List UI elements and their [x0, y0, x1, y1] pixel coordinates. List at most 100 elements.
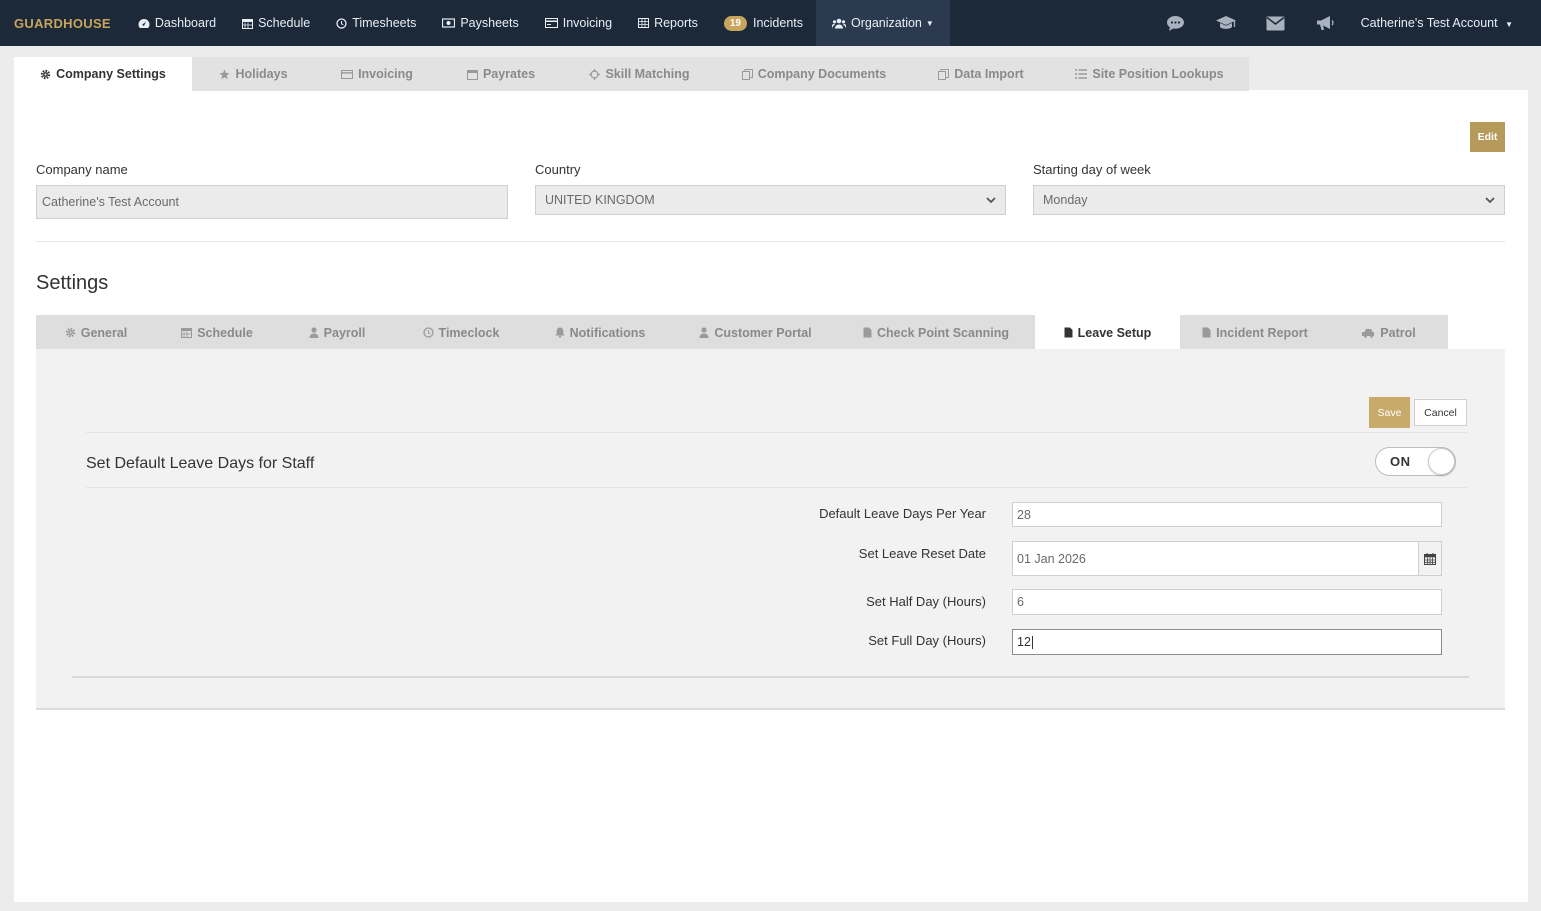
nav-reports[interactable]: Reports [625, 0, 711, 46]
nav-timesheets[interactable]: Timesheets [323, 0, 429, 46]
starting-day-select[interactable]: Monday [1033, 185, 1505, 215]
full-day-input[interactable]: 12 [1012, 629, 1442, 655]
credit-card-icon [341, 69, 354, 79]
tab-invoicing-label: Invoicing [358, 67, 413, 81]
file-icon [1064, 327, 1073, 338]
credit-card-icon [544, 18, 558, 28]
tab-company-documents[interactable]: Company Documents [716, 57, 912, 91]
calendar-icon [242, 18, 254, 29]
tab-leave-setup[interactable]: Leave Setup [1035, 315, 1180, 350]
leave-setup-panel [36, 349, 1505, 710]
tab-timeclock[interactable]: Timeclock [396, 315, 526, 350]
edit-button[interactable]: Edit [1470, 122, 1505, 152]
company-name-label: Company name [36, 162, 128, 177]
tab-notifications-label: Notifications [569, 325, 646, 340]
tab-timeclock-label: Timeclock [438, 325, 500, 340]
tab-schedule[interactable]: Schedule [156, 315, 278, 350]
clock-icon [422, 327, 434, 338]
tab-incident-report[interactable]: Incident Report [1180, 315, 1330, 350]
gear-icon [65, 327, 75, 338]
nav-paysheets-label: Paysheets [460, 16, 519, 30]
leave-section-title: Set Default Leave Days for Staff [86, 455, 315, 472]
days-per-year-label: Default Leave Days Per Year [819, 506, 986, 521]
tab-incident-report-label: Incident Report [1216, 325, 1308, 340]
car-icon [1362, 328, 1375, 338]
nav-organization[interactable]: Organization ▼ [816, 0, 950, 46]
tab-company-documents-label: Company Documents [757, 67, 887, 81]
settings-tabs: General Schedule Payroll Timeclock Notif… [36, 315, 1448, 350]
incidents-count-badge: 19 [723, 15, 747, 31]
nav-timesheets-label: Timesheets [352, 16, 417, 30]
tab-site-position-lookups[interactable]: Site Position Lookups [1050, 57, 1249, 91]
reset-date-input[interactable]: 01 Jan 2026 [1012, 541, 1419, 576]
clock-icon [336, 17, 347, 29]
tab-invoicing[interactable]: Invoicing [315, 57, 439, 91]
nav-invoicing[interactable]: Invoicing [532, 0, 625, 46]
tab-skill-matching[interactable]: Skill Matching [563, 57, 716, 91]
nav-reports-label: Reports [654, 16, 698, 30]
navbar-right: Catherine's Test Account ▼ [1151, 0, 1541, 46]
calendar-icon [466, 69, 478, 80]
country-select[interactable]: UNITED KINGDOM [535, 185, 1006, 215]
star-icon [219, 69, 230, 79]
money-icon [442, 18, 456, 28]
tab-data-import[interactable]: Data Import [912, 57, 1050, 91]
tab-holidays[interactable]: Holidays [192, 57, 315, 91]
graduation-cap-icon[interactable] [1201, 0, 1251, 46]
tab-skill-matching-label: Skill Matching [605, 67, 690, 81]
gear-icon [40, 69, 51, 79]
half-day-input[interactable]: 6 [1012, 589, 1442, 615]
nav-dashboard[interactable]: Dashboard [125, 0, 229, 46]
caret-down-icon: ▼ [1505, 20, 1513, 29]
tab-company-settings-label: Company Settings [56, 67, 166, 81]
tab-patrol-label: Patrol [1380, 325, 1416, 340]
nav-schedule-label: Schedule [258, 16, 311, 30]
company-name-value: Catherine's Test Account [42, 195, 179, 209]
top-navbar: GUARDHOUSE Dashboard Schedule Timesheets… [0, 0, 1541, 46]
nav-schedule[interactable]: Schedule [229, 0, 323, 46]
tab-payrates-label: Payrates [482, 67, 536, 81]
calendar-picker-button[interactable] [1418, 541, 1442, 576]
megaphone-icon[interactable] [1301, 0, 1351, 46]
country-value: UNITED KINGDOM [545, 193, 655, 207]
brand-logo[interactable]: GUARDHOUSE [14, 16, 111, 31]
toggle-label: ON [1390, 454, 1411, 469]
company-name-input[interactable]: Catherine's Test Account [36, 185, 508, 219]
tab-check-point-scanning[interactable]: Check Point Scanning [837, 315, 1035, 350]
bell-icon [555, 327, 565, 338]
dashboard-icon [138, 18, 150, 28]
account-name: Catherine's Test Account [1360, 16, 1498, 30]
file-icon [863, 327, 872, 338]
tab-customer-portal-label: Customer Portal [714, 325, 812, 340]
days-per-year-input[interactable]: 28 [1012, 502, 1442, 527]
tab-data-import-label: Data Import [954, 67, 1024, 81]
tab-general[interactable]: General [36, 315, 156, 350]
tab-notifications[interactable]: Notifications [526, 315, 674, 350]
calendar-icon [1424, 552, 1436, 565]
tab-payrates[interactable]: Payrates [439, 57, 563, 91]
user-icon [699, 327, 709, 338]
full-day-label: Set Full Day (Hours) [868, 633, 986, 648]
save-button[interactable]: Save [1369, 397, 1410, 428]
tab-customer-portal[interactable]: Customer Portal [674, 315, 837, 350]
nav-paysheets[interactable]: Paysheets [429, 0, 531, 46]
reset-date-value: 01 Jan 2026 [1017, 551, 1086, 566]
nav-incidents[interactable]: 19 Incidents [711, 0, 816, 46]
envelope-icon[interactable] [1251, 0, 1301, 46]
nav-organization-label: Organization [851, 16, 922, 30]
account-menu[interactable]: Catherine's Test Account ▼ [1351, 16, 1541, 30]
country-label: Country [535, 162, 581, 177]
tab-payroll[interactable]: Payroll [278, 315, 396, 350]
tab-patrol[interactable]: Patrol [1330, 315, 1448, 350]
caret-down-icon: ▼ [925, 18, 934, 28]
chevron-down-icon [1485, 196, 1495, 203]
chat-icon[interactable] [1151, 0, 1201, 46]
half-day-label: Set Half Day (Hours) [866, 594, 986, 609]
cancel-button[interactable]: Cancel [1414, 399, 1467, 426]
starting-day-label: Starting day of week [1033, 162, 1151, 177]
tab-company-settings[interactable]: Company Settings [14, 57, 192, 91]
table-icon [638, 18, 650, 28]
leave-default-toggle[interactable]: ON [1375, 447, 1456, 476]
divider [72, 676, 1469, 678]
calendar-icon [181, 328, 193, 338]
